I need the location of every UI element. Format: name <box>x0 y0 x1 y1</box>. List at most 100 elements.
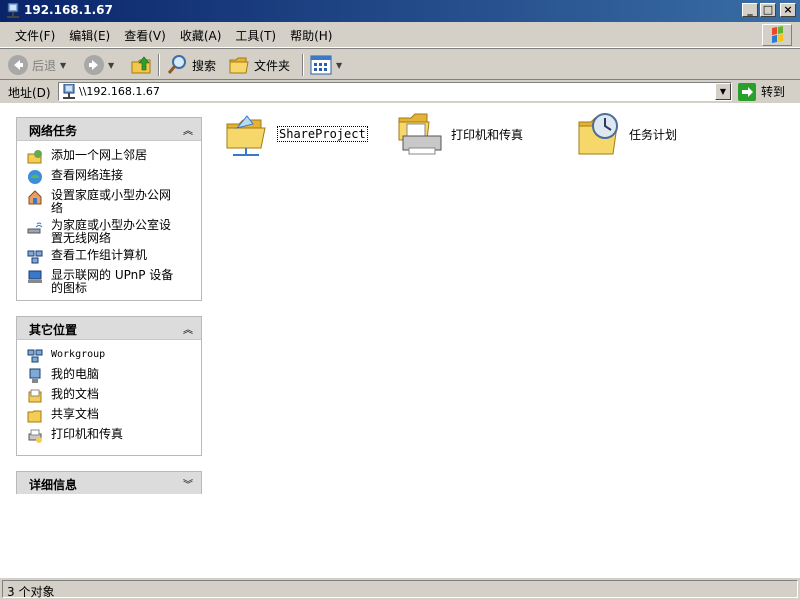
menu-view[interactable]: 查看(V) <box>117 27 173 44</box>
search-button[interactable]: 搜索 <box>166 53 216 77</box>
add-network-place-icon <box>27 150 42 164</box>
status-bar: 3 个对象 <box>0 577 800 600</box>
workgroup-computers-icon <box>27 250 43 264</box>
item-label: 任务计划 <box>629 127 678 142</box>
shared-documents-icon <box>27 410 42 423</box>
views-icon <box>310 55 332 75</box>
maximize-button[interactable]: □ <box>760 3 776 17</box>
task-label: 添加一个网上邻居 <box>51 148 148 162</box>
status-text: 3 个对象 <box>7 585 55 599</box>
network-computer-icon <box>7 3 19 18</box>
file-view: ShareProject 打印机和传真 任务计划 <box>215 104 800 576</box>
network-computer-icon <box>63 84 75 99</box>
go-label: 转到 <box>761 85 786 99</box>
folder-icon <box>229 57 249 74</box>
task-label: 显示联网的 UPnP 设备的图标 <box>51 268 174 295</box>
menu-file[interactable]: 文件(F) <box>8 27 62 44</box>
address-bar: 地址(D) \\192.168.1.67 ▼ 转到 <box>0 80 800 103</box>
minimize-button[interactable]: _ <box>742 3 758 17</box>
workgroup-icon <box>27 349 43 363</box>
windows-logo-icon <box>762 24 792 46</box>
place-label: 打印机和传真 <box>51 427 124 441</box>
folders-button[interactable]: 文件夹 <box>228 53 290 77</box>
task-setup-home-network[interactable]: 设置家庭或小型办公网络 <box>17 187 201 217</box>
close-button[interactable]: × <box>780 3 796 17</box>
other-places-panel: 其它位置 ︽ Workgroup 我的电脑 我的文档 共享文档 打印机和传真 <box>16 316 202 456</box>
network-connections-icon <box>28 170 42 184</box>
my-documents-icon <box>28 389 42 403</box>
item-label: ShareProject <box>277 126 368 142</box>
my-computer-icon <box>29 368 41 383</box>
place-shared-documents[interactable]: 共享文档 <box>17 406 201 426</box>
place-label: 我的文档 <box>51 387 100 401</box>
back-arrow-icon <box>8 55 28 75</box>
panel-title: 详细信息 <box>29 478 78 492</box>
menu-help[interactable]: 帮助(H) <box>283 27 339 44</box>
status-cell: 3 个对象 <box>2 580 798 599</box>
collapse-chevron-icon[interactable]: ︽ <box>183 122 193 137</box>
details-header[interactable]: 详细信息 ︾ <box>17 472 201 494</box>
item-scheduled-tasks[interactable]: 任务计划 <box>575 110 677 158</box>
item-printers-faxes[interactable]: 打印机和传真 <box>397 110 523 158</box>
address-dropdown-button[interactable]: ▼ <box>715 83 731 100</box>
network-tasks-header[interactable]: 网络任务 ︽ <box>17 118 201 141</box>
upnp-device-icon <box>28 270 42 283</box>
item-shareproject[interactable]: ShareProject <box>223 110 368 158</box>
task-view-network-connections[interactable]: 查看网络连接 <box>17 167 201 187</box>
place-my-documents[interactable]: 我的文档 <box>17 386 201 406</box>
up-folder-icon <box>131 56 151 74</box>
menu-edit[interactable]: 编辑(E) <box>62 27 117 44</box>
back-dropdown-icon[interactable]: ▼ <box>60 61 66 70</box>
place-printers-faxes[interactable]: 打印机和传真 <box>17 426 201 446</box>
search-icon <box>167 55 186 74</box>
place-label: 共享文档 <box>51 407 100 421</box>
views-button[interactable]: ▼ <box>310 53 342 77</box>
task-add-network-place[interactable]: 添加一个网上邻居 <box>17 147 201 167</box>
forward-button[interactable]: ▼ <box>84 53 114 77</box>
task-pane: 网络任务 ︽ 添加一个网上邻居 查看网络连接 设置家庭或小型办公网络 为家庭或小… <box>3 104 215 576</box>
other-places-header[interactable]: 其它位置 ︽ <box>17 317 201 340</box>
window-title: 192.168.1.67 <box>24 3 113 17</box>
back-label: 后退 <box>32 58 57 73</box>
printer-icon <box>398 113 442 155</box>
place-label: Workgroup <box>51 349 106 360</box>
task-label: 为家庭或小型办公室设置无线网络 <box>51 218 172 245</box>
address-value: \\192.168.1.67 <box>79 85 160 98</box>
go-arrow-icon <box>738 82 756 101</box>
panel-title: 其它位置 <box>29 323 78 337</box>
place-workgroup[interactable]: Workgroup <box>17 346 201 366</box>
search-label: 搜索 <box>192 58 217 73</box>
menu-tools[interactable]: 工具(T) <box>228 27 283 44</box>
task-view-workgroup-computers[interactable]: 查看工作组计算机 <box>17 247 201 267</box>
forward-dropdown-icon[interactable]: ▼ <box>108 61 114 70</box>
standard-toolbar: 后退 ▼ ▼ 搜索 文件夹 ▼ <box>0 48 800 80</box>
place-my-computer[interactable]: 我的电脑 <box>17 366 201 386</box>
go-button[interactable]: 转到 <box>738 82 785 101</box>
task-label: 查看网络连接 <box>51 168 124 182</box>
up-folder-button[interactable] <box>130 53 152 77</box>
home-network-icon <box>28 190 42 205</box>
task-label: 查看工作组计算机 <box>51 248 148 262</box>
collapse-chevron-icon[interactable]: ︽ <box>183 321 193 336</box>
address-input[interactable]: \\192.168.1.67 ▼ <box>58 82 732 101</box>
folders-label: 文件夹 <box>254 58 291 73</box>
toolbar-separator <box>302 54 304 76</box>
place-label: 我的电脑 <box>51 367 100 381</box>
back-button[interactable]: 后退 ▼ <box>8 53 66 77</box>
shared-folder-icon <box>226 115 266 156</box>
title-bar[interactable]: 192.168.1.67 _ □ × <box>0 0 800 22</box>
address-label: 地址(D) <box>8 86 51 100</box>
menu-bar: 文件(F) 编辑(E) 查看(V) 收藏(A) 工具(T) 帮助(H) <box>0 22 800 48</box>
expand-chevron-icon[interactable]: ︾ <box>183 476 193 491</box>
task-label: 设置家庭或小型办公网络 <box>51 188 172 215</box>
toolbar-separator <box>158 54 160 76</box>
task-show-upnp-devices[interactable]: 显示联网的 UPnP 设备的图标 <box>17 267 201 297</box>
wireless-network-icon <box>27 222 43 234</box>
details-panel: 详细信息 ︾ <box>16 471 202 494</box>
printers-faxes-icon <box>28 429 42 443</box>
task-setup-wireless-network[interactable]: 为家庭或小型办公室设置无线网络 <box>17 217 201 247</box>
menu-favorites[interactable]: 收藏(A) <box>173 27 229 44</box>
views-dropdown-icon[interactable]: ▼ <box>336 61 342 70</box>
scheduled-tasks-icon <box>578 113 618 155</box>
explorer-window: 192.168.1.67 _ □ × 文件(F) 编辑(E) 查看(V) 收藏(… <box>0 0 800 600</box>
